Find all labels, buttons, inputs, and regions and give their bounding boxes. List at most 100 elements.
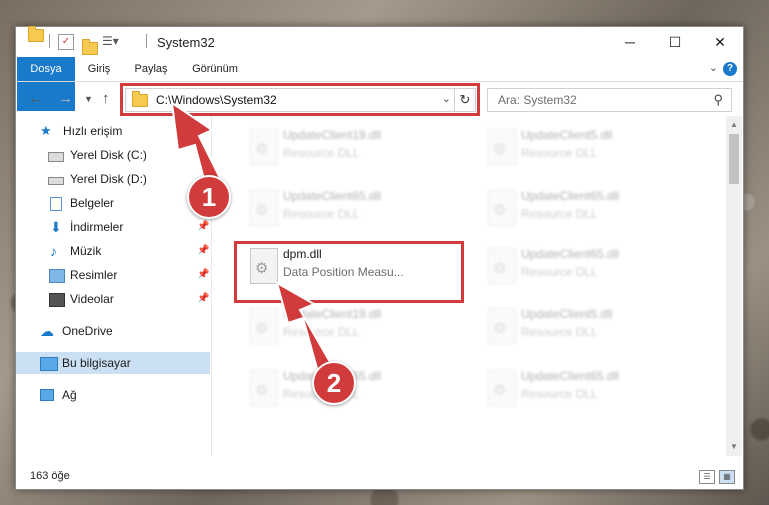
pin-icon[interactable]: 📌: [197, 264, 209, 286]
videos-icon: [49, 293, 65, 307]
file-name: UpdateClient19.dll: [283, 128, 382, 142]
sidebar-item-label: Hızlı erişim: [63, 124, 123, 138]
file-item[interactable]: UpdateClient65.dll Resource DLL: [235, 182, 460, 236]
file-item[interactable]: UpdateClient65.dll Resource DLL: [473, 362, 698, 416]
tab-share[interactable]: Paylaş: [128, 57, 174, 81]
search-box[interactable]: Ara: System32 ⚲: [487, 88, 732, 112]
file-item[interactable]: UpdateClient19.dll Resource DLL: [235, 300, 460, 354]
music-note-icon: ♪: [50, 243, 57, 259]
sidebar-item-label: Müzik: [70, 244, 102, 258]
up-arrow-icon[interactable]: ↑: [102, 90, 110, 107]
separator: [146, 34, 147, 48]
sidebar-item-this-pc[interactable]: Bu bilgisayar: [16, 352, 210, 374]
pin-icon[interactable]: 📌: [197, 216, 209, 238]
scroll-up-icon[interactable]: ▲: [730, 120, 738, 129]
separator: [49, 34, 50, 48]
recent-locations-icon[interactable]: ▼: [84, 94, 93, 104]
help-icon[interactable]: ?: [723, 62, 737, 76]
file-item[interactable]: UpdateClient65.dll Resource DLL: [473, 240, 698, 294]
star-icon: ★: [40, 123, 52, 138]
folder-icon: [28, 26, 44, 42]
sidebar-item-videos[interactable]: Videolar 📌: [16, 288, 210, 310]
step-marker-2: 2: [312, 361, 356, 405]
sidebar-item-network[interactable]: Ağ: [16, 384, 210, 406]
vertical-scrollbar[interactable]: ▲ ▼: [726, 116, 742, 456]
sidebar-item-documents[interactable]: Belgeler 📌: [16, 192, 210, 214]
file-name: UpdateClient65.dll: [283, 189, 382, 203]
file-highlight: [234, 241, 464, 303]
file-description: Resource DLL: [521, 325, 598, 339]
sidebar-item-music[interactable]: ♪ Müzik 📌: [16, 240, 210, 262]
sidebar-item-label: OneDrive: [62, 324, 113, 338]
dll-file-icon: [250, 370, 278, 406]
file-description: Resource DLL: [521, 207, 598, 221]
sidebar-item-label: Bu bilgisayar: [62, 356, 131, 370]
dll-file-icon: [488, 370, 516, 406]
search-placeholder: Ara: System32: [498, 93, 577, 107]
sidebar-item-label: İndirmeler: [70, 220, 124, 234]
sidebar-item-quick-access[interactable]: ★ Hızlı erişim: [16, 120, 210, 142]
address-bar-highlight: [120, 83, 480, 116]
navigation-pane: ★ Hızlı erişim Yerel Disk (C:) Yerel Dis…: [16, 116, 210, 456]
file-description: Resource DLL: [283, 325, 360, 339]
dll-file-icon: [250, 308, 278, 344]
file-name: UpdateClient65.dll: [521, 247, 620, 261]
network-icon: [40, 389, 54, 401]
pane-divider[interactable]: [211, 116, 212, 456]
sidebar-item-local-disk-c[interactable]: Yerel Disk (C:): [16, 144, 210, 166]
dll-file-icon: [250, 190, 278, 226]
new-folder-icon[interactable]: [82, 39, 98, 55]
properties-icon[interactable]: ✓: [58, 34, 74, 50]
sidebar-item-label: Videolar: [70, 292, 114, 306]
tab-view[interactable]: Görünüm: [186, 57, 244, 81]
maximize-button[interactable]: ☐: [652, 27, 698, 57]
dll-file-icon: [488, 129, 516, 165]
customize-toolbar-icon[interactable]: ☰▾: [102, 34, 119, 50]
pin-icon[interactable]: 📌: [197, 240, 209, 262]
back-arrow-icon[interactable]: ←: [28, 90, 43, 107]
sidebar-item-onedrive[interactable]: ☁ OneDrive: [16, 320, 210, 342]
window-title: System32: [157, 35, 215, 50]
title-bar[interactable]: ✓ ☰▾ System32 ─ ☐ ✕: [16, 26, 743, 57]
item-count: 163 öğe: [30, 470, 70, 482]
scroll-down-icon[interactable]: ▼: [730, 442, 738, 451]
scroll-thumb[interactable]: [729, 134, 739, 184]
tab-home[interactable]: Giriş: [80, 57, 118, 81]
cloud-icon: ☁: [40, 323, 54, 339]
file-description: Resource DLL: [521, 387, 598, 401]
tiles-view-icon[interactable]: ▦: [719, 470, 735, 484]
chevron-down-icon[interactable]: ⌄: [709, 61, 718, 74]
status-bar: 163 öğe ☰ ▦: [16, 465, 743, 489]
file-item[interactable]: UpdateClient19.dll Resource DLL: [235, 121, 460, 175]
file-description: Resource DLL: [283, 146, 360, 160]
sidebar-item-label: Ağ: [62, 388, 77, 402]
dll-file-icon: [488, 308, 516, 344]
computer-icon: [40, 357, 58, 371]
file-item[interactable]: UpdateClient5.dll Resource DLL: [473, 300, 698, 354]
search-icon[interactable]: ⚲: [713, 92, 723, 108]
file-description: Resource DLL: [521, 146, 598, 160]
forward-arrow-icon[interactable]: →: [58, 90, 73, 107]
dll-file-icon: [250, 129, 278, 165]
file-name: UpdateClient19.dll: [283, 307, 382, 321]
file-name: UpdateClient65.dll: [521, 369, 620, 383]
sidebar-item-downloads[interactable]: ⬇ İndirmeler 📌: [16, 216, 210, 238]
close-button[interactable]: ✕: [697, 27, 743, 57]
file-name: UpdateClient65.dll: [521, 189, 620, 203]
pin-icon[interactable]: 📌: [197, 288, 209, 310]
details-view-icon[interactable]: ☰: [699, 470, 715, 484]
dll-file-icon: [488, 190, 516, 226]
file-name: UpdateClient5.dll: [521, 128, 613, 142]
download-arrow-icon: ⬇: [50, 219, 62, 235]
file-item[interactable]: UpdateClient65.dll Resource DLL: [473, 182, 698, 236]
pictures-icon: [49, 269, 65, 283]
drive-icon: [48, 152, 64, 162]
sidebar-item-pictures[interactable]: Resimler 📌: [16, 264, 210, 286]
step-marker-1: 1: [187, 175, 231, 219]
file-description: Resource DLL: [283, 207, 360, 221]
sidebar-item-label: Yerel Disk (C:): [70, 148, 147, 162]
file-item[interactable]: UpdateClient5.dll Resource DLL: [473, 121, 698, 175]
file-description: Resource DLL: [521, 265, 598, 279]
sidebar-item-local-disk-d[interactable]: Yerel Disk (D:): [16, 168, 210, 190]
minimize-button[interactable]: ─: [607, 27, 653, 57]
